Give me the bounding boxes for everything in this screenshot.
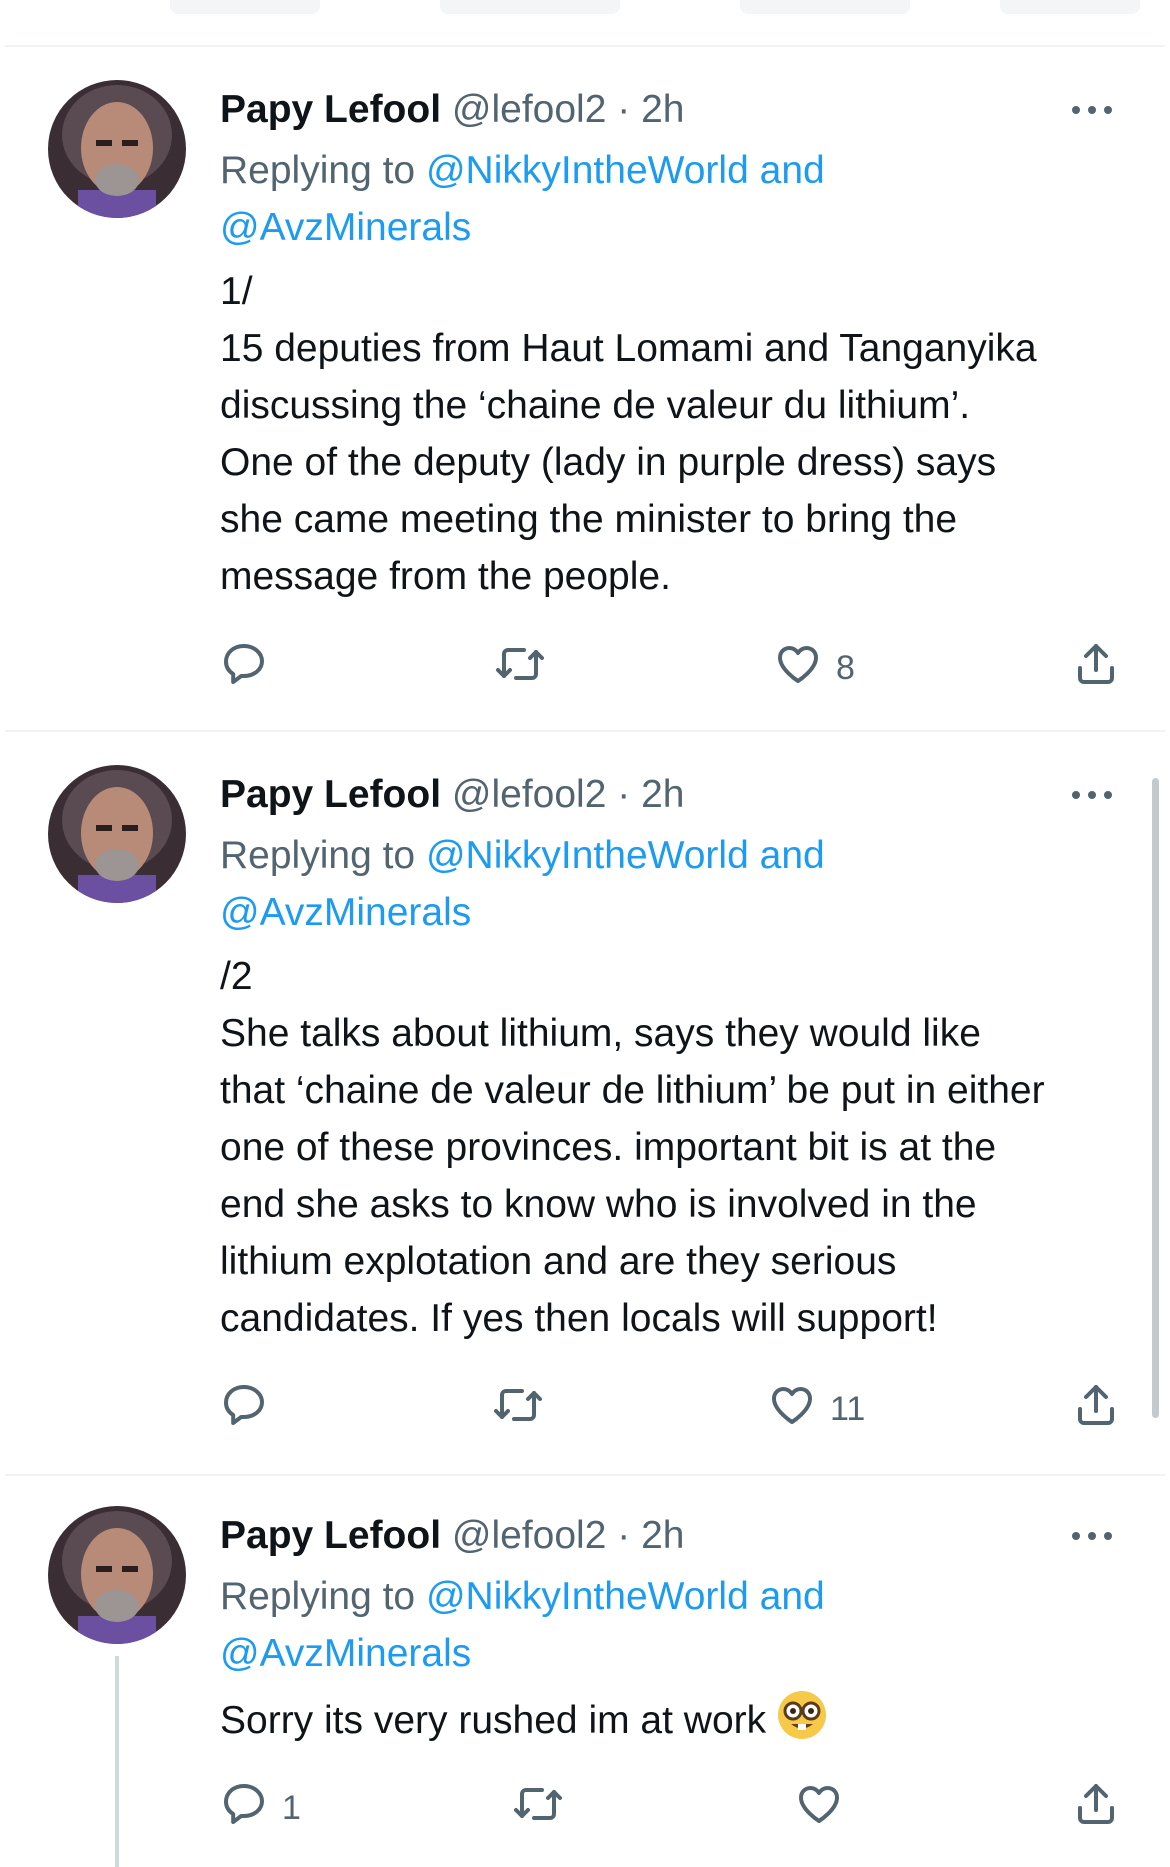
tweet-header: Papy Lefool @lefool2 · 2h xyxy=(220,770,684,820)
like-button[interactable] xyxy=(795,1780,857,1836)
tweet-text: Sorry its very rushed im at work xyxy=(220,1689,1130,1757)
text-line: 15 deputies from Haut Lomami and Tangany… xyxy=(220,327,1037,370)
timestamp[interactable]: 2h xyxy=(641,1514,684,1557)
retweet-button[interactable] xyxy=(494,640,560,696)
and-others-link[interactable]: and xyxy=(760,149,825,192)
mention-link[interactable]: @NikkyIntheWorld xyxy=(426,149,749,192)
text-line: candidates. If yes then locals will supp… xyxy=(220,1297,938,1340)
divider xyxy=(5,1474,1165,1476)
top-strip xyxy=(0,0,1170,46)
speech-bubble-icon xyxy=(220,640,268,697)
reply-button[interactable] xyxy=(220,640,282,696)
action-bar: 11 xyxy=(0,1381,1170,1441)
separator-dot: · xyxy=(617,88,631,131)
replying-prefix: Replying to xyxy=(220,149,416,192)
share-button[interactable] xyxy=(1072,640,1120,696)
replying-to: Replying to @NikkyIntheWorld and @AvzMin… xyxy=(220,142,1120,256)
and-others-link[interactable]: and xyxy=(760,834,825,877)
separator-dot: · xyxy=(617,1514,631,1557)
divider xyxy=(5,730,1165,732)
like-button[interactable]: 11 xyxy=(768,1381,865,1437)
author-name[interactable]: Papy Lefool xyxy=(220,88,441,131)
author-handle[interactable]: @lefool2 xyxy=(452,1514,607,1557)
mention-link[interactable]: @AvzMinerals xyxy=(220,206,471,249)
heart-icon xyxy=(795,1780,843,1837)
heart-icon xyxy=(774,640,822,697)
retweet-arrows-icon xyxy=(492,1381,544,1438)
text-line: 1/ xyxy=(220,270,253,313)
author-handle[interactable]: @lefool2 xyxy=(452,88,607,131)
tweet-header: Papy Lefool @lefool2 · 2h xyxy=(220,1511,684,1561)
text-line-content: Sorry its very rushed im at work xyxy=(220,1699,767,1742)
retweet-arrows-icon xyxy=(512,1780,564,1837)
and-others-link[interactable]: and xyxy=(760,1575,825,1618)
retweet-button[interactable] xyxy=(492,1381,558,1437)
replying-to: Replying to @NikkyIntheWorld and @AvzMin… xyxy=(220,1568,1120,1682)
more-dots-icon[interactable] xyxy=(1072,779,1120,809)
more-dots-icon[interactable] xyxy=(1072,94,1120,124)
replying-prefix: Replying to xyxy=(220,834,416,877)
text-line: lithium explotation and are they serious xyxy=(220,1240,897,1283)
replying-prefix: Replying to xyxy=(220,1575,416,1618)
tweet-text: /2 She talks about lithium, says they wo… xyxy=(220,948,1130,1347)
text-line: she came meeting the minister to bring t… xyxy=(220,498,958,541)
tweet-text: 1/ 15 deputies from Haut Lomami and Tang… xyxy=(220,263,1130,605)
text-line: She talks about lithium, says they would… xyxy=(220,1012,981,1055)
heart-icon xyxy=(768,1381,816,1438)
text-line: /2 xyxy=(220,955,253,998)
nerd-face-emoji xyxy=(776,1689,828,1757)
divider xyxy=(5,45,1165,47)
scrollbar[interactable] xyxy=(1152,778,1159,1418)
avatar[interactable] xyxy=(48,80,186,218)
author-name[interactable]: Papy Lefool xyxy=(220,1514,441,1557)
share-upload-icon xyxy=(1072,1381,1120,1438)
reply-button[interactable] xyxy=(220,1381,282,1437)
avatar[interactable] xyxy=(48,765,186,903)
share-upload-icon xyxy=(1072,1780,1120,1837)
timestamp[interactable]: 2h xyxy=(641,773,684,816)
share-button[interactable] xyxy=(1072,1780,1120,1836)
more-dots-icon[interactable] xyxy=(1072,1520,1120,1550)
reply-button[interactable]: 1 xyxy=(220,1780,301,1836)
text-line: one of these provinces. important bit is… xyxy=(220,1126,997,1169)
text-line: Sorry its very rushed im at work xyxy=(220,1689,1130,1757)
speech-bubble-icon xyxy=(220,1381,268,1438)
text-line: message from the people. xyxy=(220,555,671,598)
text-line: end she asks to know who is involved in … xyxy=(220,1183,977,1226)
mention-link[interactable]: @NikkyIntheWorld xyxy=(426,834,749,877)
replying-to: Replying to @NikkyIntheWorld and @AvzMin… xyxy=(220,827,1120,941)
tweet-header: Papy Lefool @lefool2 · 2h xyxy=(220,85,684,135)
separator-dot: · xyxy=(617,773,631,816)
text-line: One of the deputy (lady in purple dress)… xyxy=(220,441,997,484)
mention-link[interactable]: @AvzMinerals xyxy=(220,891,471,934)
share-button[interactable] xyxy=(1072,1381,1120,1437)
like-count: 8 xyxy=(836,648,855,687)
reply-count: 1 xyxy=(282,1788,301,1827)
mention-link[interactable]: @AvzMinerals xyxy=(220,1632,471,1675)
share-upload-icon xyxy=(1072,640,1120,697)
timestamp[interactable]: 2h xyxy=(641,88,684,131)
like-count: 11 xyxy=(830,1389,866,1428)
action-bar: 8 xyxy=(0,640,1170,700)
like-button[interactable]: 8 xyxy=(774,640,855,696)
speech-bubble-icon xyxy=(220,1780,268,1837)
avatar[interactable] xyxy=(48,1506,186,1644)
action-bar: 1 xyxy=(0,1780,1170,1840)
text-line: that ‘chaine de valeur de lithium’ be pu… xyxy=(220,1069,1045,1112)
text-line: discussing the ‘chaine de valeur du lith… xyxy=(220,384,971,427)
retweet-button[interactable] xyxy=(512,1780,578,1836)
author-name[interactable]: Papy Lefool xyxy=(220,773,441,816)
author-handle[interactable]: @lefool2 xyxy=(452,773,607,816)
mention-link[interactable]: @NikkyIntheWorld xyxy=(426,1575,749,1618)
retweet-arrows-icon xyxy=(494,640,546,697)
